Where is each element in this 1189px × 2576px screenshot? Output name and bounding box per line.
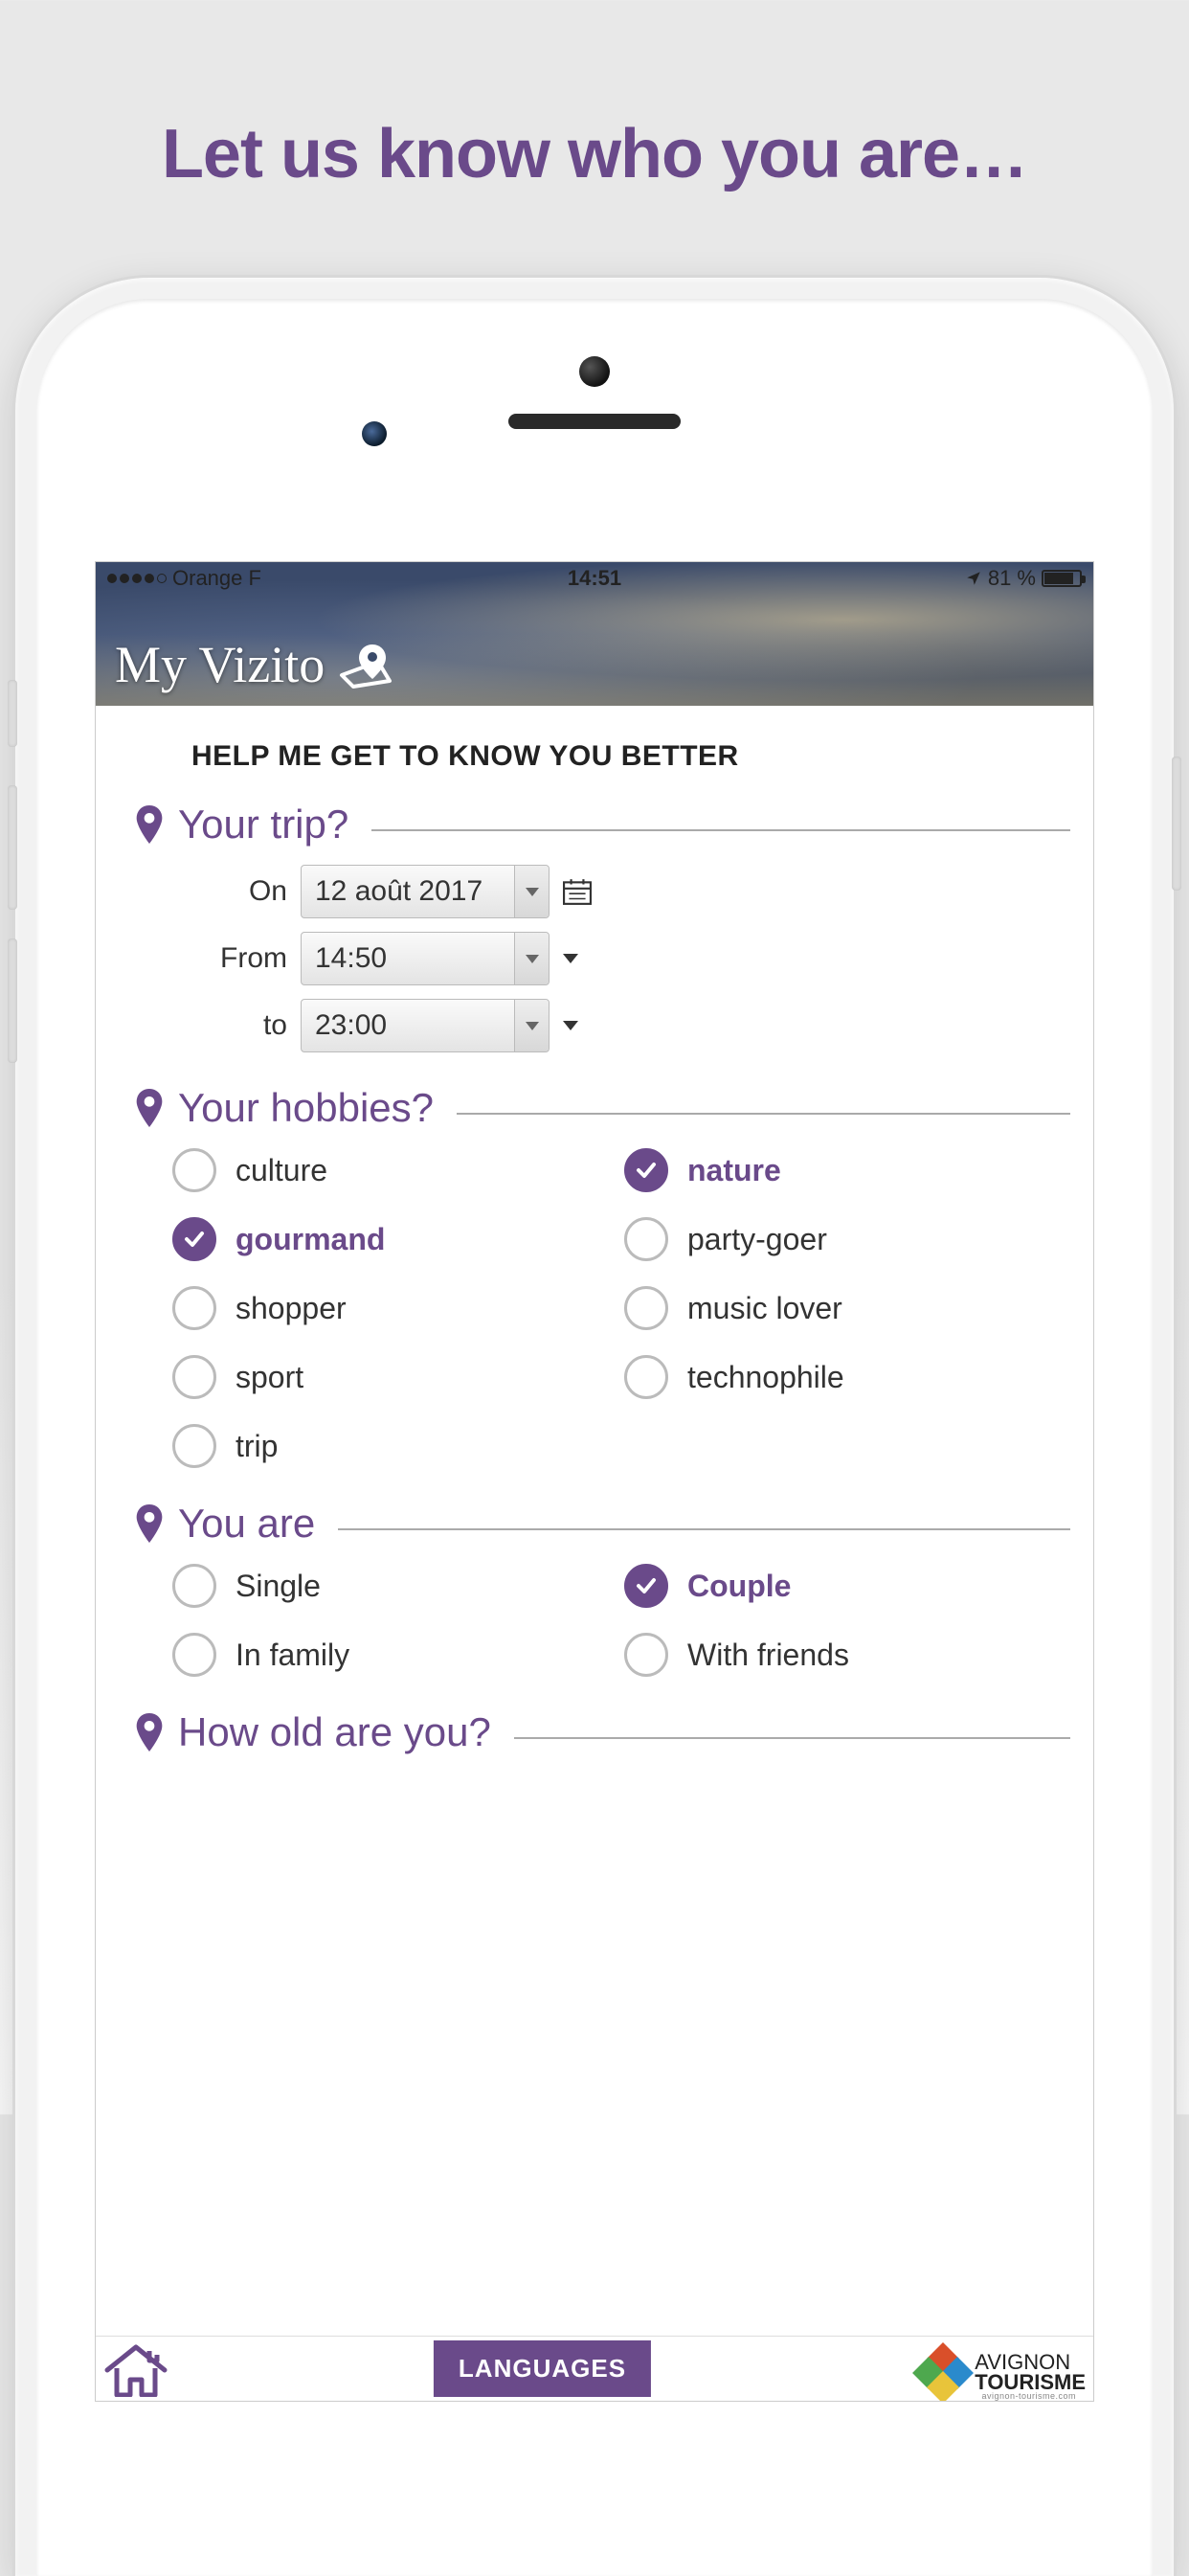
tourism-sub: avignon-tourisme.com — [981, 2391, 1076, 2401]
radio-checked-icon — [624, 1564, 668, 1608]
radio-unchecked-icon — [172, 1424, 216, 1468]
trip-to-time-select[interactable]: 23:00 — [301, 999, 550, 1052]
hobby-option-label: trip — [236, 1429, 278, 1464]
radio-unchecked-icon — [172, 1564, 216, 1608]
app-logo: My Vizito — [115, 635, 401, 694]
dropdown-caret-icon[interactable] — [563, 954, 578, 963]
hobby-option-label: nature — [687, 1153, 781, 1188]
hobby-option-sport[interactable]: sport — [172, 1355, 618, 1399]
hobby-option-label: culture — [236, 1153, 327, 1188]
avignon-tourisme-logo: AVIGNON TOURISME avignon-tourisme.com — [917, 2347, 1086, 2399]
chevron-down-icon — [514, 1000, 549, 1051]
section-hobbies-label: Your hobbies? — [178, 1085, 434, 1131]
youare-option-Couple[interactable]: Couple — [624, 1564, 1070, 1608]
radio-unchecked-icon — [624, 1286, 668, 1330]
app-screen: Orange F 14:51 81 % My Vizito — [96, 562, 1093, 2401]
radio-checked-icon — [172, 1217, 216, 1261]
youare-option-Single[interactable]: Single — [172, 1564, 618, 1608]
youare-option-label: In family — [236, 1638, 349, 1673]
hobby-option-party-goer[interactable]: party-goer — [624, 1217, 1070, 1261]
app-header: Orange F 14:51 81 % My Vizito — [96, 562, 1093, 706]
battery-percent: 81 % — [988, 566, 1036, 591]
carrier-label: Orange F — [172, 566, 261, 591]
hobby-option-label: shopper — [236, 1291, 347, 1326]
home-icon[interactable] — [103, 2341, 168, 2397]
hobby-option-gourmand[interactable]: gourmand — [172, 1217, 618, 1261]
trip-from-label: From — [211, 942, 287, 975]
youare-option-label: Single — [236, 1569, 321, 1604]
section-you-are: You are Single Couple In family With friend… — [134, 1501, 1070, 1677]
calendar-icon[interactable] — [563, 878, 592, 905]
tourism-line2: TOURISME — [975, 2373, 1086, 2393]
pin-icon — [134, 1504, 165, 1543]
app-logo-text: My Vizito — [115, 635, 325, 694]
section-age-label: How old are you? — [178, 1709, 491, 1755]
hobby-option-music-lover[interactable]: music lover — [624, 1286, 1070, 1330]
map-pin-logo-icon — [334, 641, 401, 689]
pin-icon — [134, 805, 165, 844]
radio-unchecked-icon — [172, 1286, 216, 1330]
hobby-option-label: music lover — [687, 1291, 842, 1326]
signal-dots-icon — [107, 574, 167, 583]
trip-from-time-select[interactable]: 14:50 — [301, 932, 550, 985]
youare-option-label: Couple — [687, 1569, 791, 1604]
radio-unchecked-icon — [172, 1633, 216, 1677]
youare-option-In-family[interactable]: In family — [172, 1633, 618, 1677]
form-area: HELP ME GET TO KNOW YOU BETTER Your trip… — [96, 706, 1093, 2336]
status-bar: Orange F 14:51 81 % — [96, 562, 1093, 595]
chevron-down-icon — [514, 933, 549, 984]
trip-date-value: 12 août 2017 — [302, 875, 514, 908]
hobby-option-nature[interactable]: nature — [624, 1148, 1070, 1192]
battery-icon — [1042, 570, 1082, 587]
hobby-option-shopper[interactable]: shopper — [172, 1286, 618, 1330]
radio-unchecked-icon — [624, 1633, 668, 1677]
trip-to-label: to — [211, 1009, 287, 1042]
section-hobbies: Your hobbies? culture nature gourmand party… — [134, 1085, 1070, 1468]
hobby-option-technophile[interactable]: technophile — [624, 1355, 1070, 1399]
radio-unchecked-icon — [624, 1355, 668, 1399]
hobby-option-label: technophile — [687, 1360, 844, 1395]
section-trip: Your trip? On 12 août 2017 — [134, 802, 1070, 1052]
hobby-option-trip[interactable]: trip — [172, 1424, 618, 1468]
pin-icon — [134, 1713, 165, 1751]
trip-to-value: 23:00 — [302, 1009, 514, 1042]
trip-from-value: 14:50 — [302, 942, 514, 975]
radio-unchecked-icon — [172, 1148, 216, 1192]
hobby-option-label: party-goer — [687, 1222, 827, 1257]
phone-frame: Orange F 14:51 81 % My Vizito — [15, 278, 1174, 2576]
youare-option-label: With friends — [687, 1638, 849, 1673]
youare-option-With-friends[interactable]: With friends — [624, 1633, 1070, 1677]
languages-button[interactable]: LANGUAGES — [434, 2340, 651, 2397]
pin-icon — [134, 1089, 165, 1127]
promo-heading: Let us know who you are… — [0, 115, 1189, 193]
hobby-option-culture[interactable]: culture — [172, 1148, 618, 1192]
radio-checked-icon — [624, 1148, 668, 1192]
hobby-option-label: sport — [236, 1360, 303, 1395]
radio-unchecked-icon — [624, 1217, 668, 1261]
location-arrow-icon — [965, 570, 982, 587]
trip-date-select[interactable]: 12 août 2017 — [301, 865, 550, 918]
trip-on-label: On — [211, 875, 287, 908]
section-youare-label: You are — [178, 1501, 315, 1547]
page-title: HELP ME GET TO KNOW YOU BETTER — [191, 740, 1070, 773]
section-age: How old are you? — [134, 1709, 1070, 1755]
status-time: 14:51 — [432, 566, 756, 591]
radio-unchecked-icon — [172, 1355, 216, 1399]
section-trip-label: Your trip? — [178, 802, 348, 847]
bottom-bar: LANGUAGES AVIGNON TOURISME avignon-touri… — [96, 2336, 1093, 2401]
chevron-down-icon — [514, 866, 549, 917]
dropdown-caret-icon[interactable] — [563, 1021, 578, 1030]
hobby-option-label: gourmand — [236, 1222, 385, 1257]
tourism-line1: AVIGNON — [975, 2350, 1070, 2374]
